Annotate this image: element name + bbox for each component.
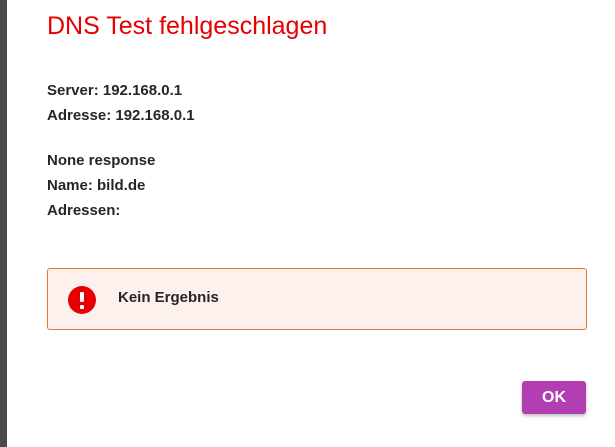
error-icon xyxy=(68,286,96,314)
addresses-line: Adressen: xyxy=(47,202,121,219)
server-line: Server: 192.168.0.1 xyxy=(47,82,183,99)
dialog-title: DNS Test fehlgeschlagen xyxy=(47,12,328,40)
response-line: None response xyxy=(47,152,156,169)
ok-button[interactable]: OK xyxy=(522,381,586,414)
address-line: Adresse: 192.168.0.1 xyxy=(47,107,195,124)
error-alert: Kein Ergebnis xyxy=(47,268,587,330)
server-info: Server: 192.168.0.1 Adresse: 192.168.0.1 xyxy=(47,78,195,128)
dns-test-dialog: DNS Test fehlgeschlagen Server: 192.168.… xyxy=(7,0,615,447)
name-line: Name: bild.de xyxy=(47,177,146,194)
background-edge xyxy=(0,0,7,447)
lookup-result: None response Name: bild.de Adressen: xyxy=(47,148,155,223)
alert-message: Kein Ergebnis xyxy=(118,289,219,306)
